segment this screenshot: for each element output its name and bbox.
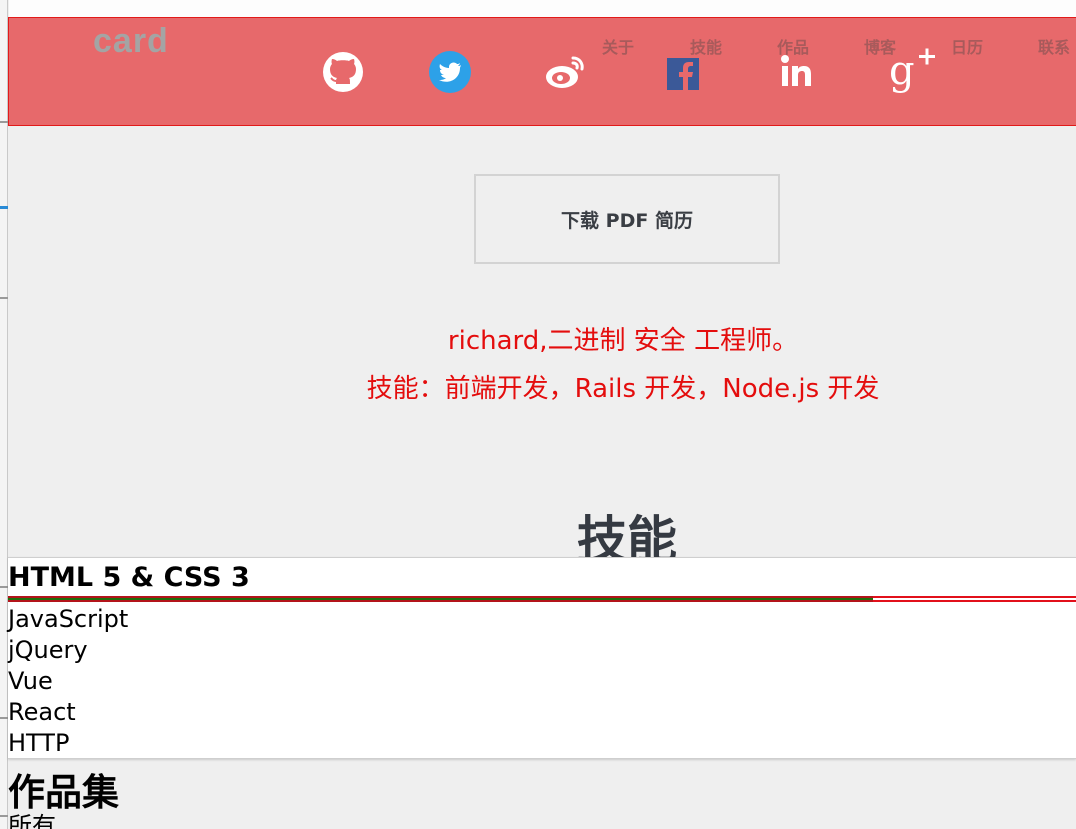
list-item: jQuery bbox=[8, 636, 88, 664]
skills-panel: HTML 5 & CSS 3 JavaScript jQuery Vue Rea… bbox=[8, 557, 1076, 759]
rail-divider bbox=[0, 586, 8, 588]
download-pdf-button[interactable]: 下载 PDF 简历 bbox=[474, 174, 780, 264]
nav-calendar[interactable]: 日历 bbox=[951, 34, 983, 58]
weibo-icon[interactable] bbox=[543, 50, 587, 94]
google-plus-icon[interactable]: g bbox=[889, 46, 941, 94]
list-item: JavaScript bbox=[8, 605, 129, 633]
rail-divider bbox=[0, 121, 8, 123]
skill-list: JavaScript jQuery Vue React HTTP bbox=[8, 604, 128, 759]
top-strip bbox=[9, 0, 1076, 17]
twitter-icon[interactable] bbox=[428, 50, 472, 94]
rail-divider bbox=[0, 815, 8, 817]
rail-divider bbox=[0, 297, 8, 299]
linkedin-icon[interactable] bbox=[776, 50, 820, 94]
site-header: card 关于 技能 作品 博客 日历 联系 g bbox=[8, 17, 1076, 126]
portfolio-filter-all[interactable]: 所有 bbox=[8, 806, 56, 829]
list-item: Vue bbox=[8, 667, 53, 695]
intro-line-1: richard,二进制 安全 工程师。 bbox=[447, 326, 799, 356]
svg-text:g: g bbox=[889, 48, 915, 94]
skill-progress-fill bbox=[8, 596, 873, 602]
rail-accent bbox=[0, 206, 8, 209]
skill-title: HTML 5 & CSS 3 bbox=[8, 562, 250, 593]
list-item: React bbox=[8, 698, 76, 726]
intro-line-2: 技能：前端开发，Rails 开发，Node.js 开发 bbox=[366, 374, 880, 404]
list-item: HTTP bbox=[8, 729, 70, 757]
facebook-icon[interactable] bbox=[661, 52, 705, 96]
nav-about[interactable]: 关于 bbox=[602, 34, 634, 58]
rail-divider bbox=[0, 717, 8, 719]
left-rail bbox=[0, 0, 8, 829]
nav-contact[interactable]: 联系 bbox=[1038, 34, 1070, 58]
brand-logo[interactable]: card bbox=[93, 22, 169, 61]
github-icon[interactable] bbox=[321, 50, 365, 94]
